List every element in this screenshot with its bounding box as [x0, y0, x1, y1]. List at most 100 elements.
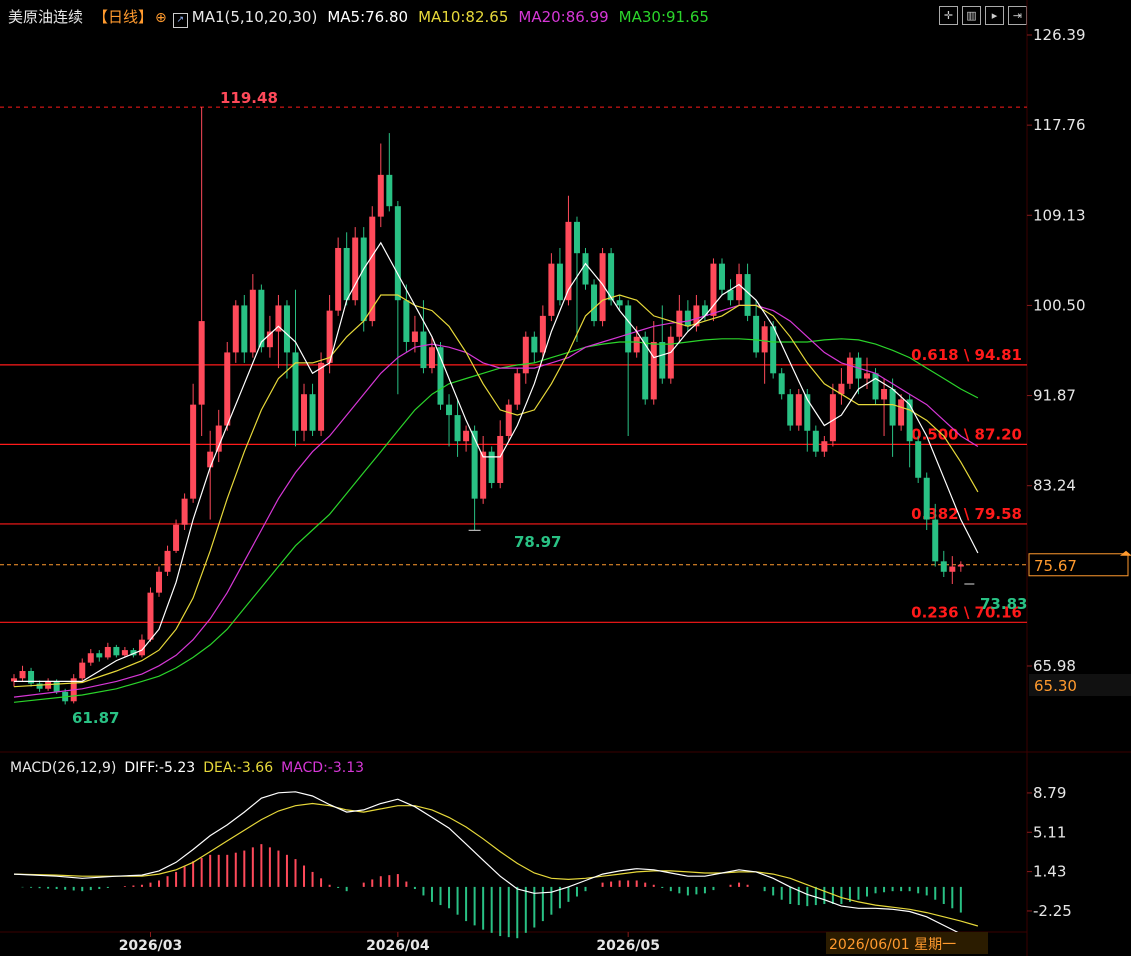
candle-body [761, 326, 768, 353]
price-tick-label: 126.39 [1033, 26, 1086, 44]
candle-body [505, 404, 512, 436]
candle-body [701, 305, 708, 316]
candle-body [121, 650, 128, 656]
date-label: 2026/05 [596, 938, 660, 954]
candle-body [335, 247, 342, 311]
candle-body [582, 253, 589, 285]
candle-body [394, 206, 401, 301]
candle-body [36, 683, 43, 689]
candle-body [778, 373, 785, 395]
candle-body [556, 263, 563, 301]
candle-body [539, 315, 546, 353]
price-tick-label: 100.50 [1033, 296, 1086, 314]
candle-body [940, 561, 947, 572]
candle-body [821, 441, 828, 452]
ma10-line [13, 294, 979, 688]
date-label: 2026/03 [119, 938, 183, 954]
candle-body [318, 362, 325, 431]
macd-tick-label: -2.25 [1033, 902, 1072, 920]
candle-body [480, 451, 487, 499]
fib-label: 0.618 \ 94.81 [911, 346, 1022, 364]
candle-body [642, 336, 649, 400]
candle-body [718, 263, 725, 290]
candle-body [531, 336, 538, 353]
candle-body [787, 394, 794, 426]
candle-body [872, 373, 879, 400]
candle-body [753, 315, 760, 353]
candle-body [232, 305, 239, 353]
candle-body [770, 326, 777, 374]
candle-body [446, 404, 453, 416]
candle-body [881, 388, 888, 400]
candle-body [633, 336, 640, 353]
candle-body [241, 305, 248, 353]
candle-body [514, 373, 521, 405]
candle-body [471, 430, 478, 499]
macd-diff-line [13, 791, 979, 944]
candle-body [463, 430, 470, 442]
candle-body [173, 524, 180, 551]
candle-body [301, 394, 308, 431]
candle-body [258, 289, 265, 348]
candle-body [608, 253, 615, 301]
candle-body [411, 331, 418, 342]
candle-body [87, 653, 94, 663]
macd-dea-line [13, 802, 979, 927]
macd-tick-label: 5.11 [1033, 823, 1066, 841]
candle-body [889, 388, 896, 426]
candle-body [864, 373, 870, 379]
candle-body [113, 646, 120, 656]
candle-body [420, 331, 427, 369]
candle-body [79, 662, 86, 679]
candle-body [198, 321, 205, 405]
candle-body [181, 498, 188, 525]
fib-label: 0.500 \ 87.20 [911, 425, 1022, 443]
price-tick-label: 83.24 [1033, 477, 1076, 495]
candle-body [164, 550, 171, 572]
candle-body [616, 300, 623, 306]
candle-body [949, 566, 956, 572]
candle-body [591, 284, 598, 322]
cursor-date-label: 2026/06/01 星期一 [829, 937, 956, 953]
candle-body [667, 336, 674, 379]
ma5-line [14, 241, 979, 683]
price-tick-label: 109.13 [1033, 206, 1086, 224]
candle-body [548, 263, 555, 316]
price-tick-label: 117.76 [1033, 116, 1086, 134]
candle-body [386, 174, 393, 207]
candle-body [428, 347, 435, 369]
mid-low-annotation: 78.97 [514, 533, 561, 551]
candle-body [96, 653, 103, 658]
candle-body [829, 394, 836, 442]
candle-body [915, 441, 922, 478]
candle-body [207, 451, 214, 468]
price-chart[interactable]: 0.618 \ 94.810.500 \ 87.200.382 \ 79.580… [0, 0, 1131, 956]
ma20-line [13, 304, 979, 698]
price-tick-label: 65.98 [1033, 657, 1076, 675]
high-annotation: 119.48 [220, 89, 278, 107]
candle-body [377, 174, 384, 217]
price-tick-label: 91.87 [1033, 387, 1076, 405]
candle-body [923, 477, 930, 520]
candle-body [650, 341, 657, 400]
candle-body [497, 435, 504, 483]
candle-body [156, 571, 163, 593]
candle-body [898, 399, 905, 426]
candle-body [104, 646, 111, 658]
candle-body [343, 247, 350, 301]
candle-body [403, 300, 410, 342]
candle-body [625, 305, 632, 353]
candle-body [437, 347, 444, 405]
candle-body [249, 289, 256, 353]
macd-tick-label: 1.43 [1033, 863, 1066, 881]
candle-body [19, 670, 26, 679]
candle-body [795, 394, 802, 426]
secondary-price-label: 65.30 [1034, 677, 1077, 695]
candle-body [573, 221, 580, 254]
date-label: 2026/04 [366, 938, 430, 954]
last-low-annotation: 73.83 [980, 595, 1027, 613]
candle-body [147, 592, 154, 640]
candle-body [224, 352, 231, 426]
current-price-label: 75.67 [1034, 557, 1077, 575]
candle-body [454, 415, 461, 442]
